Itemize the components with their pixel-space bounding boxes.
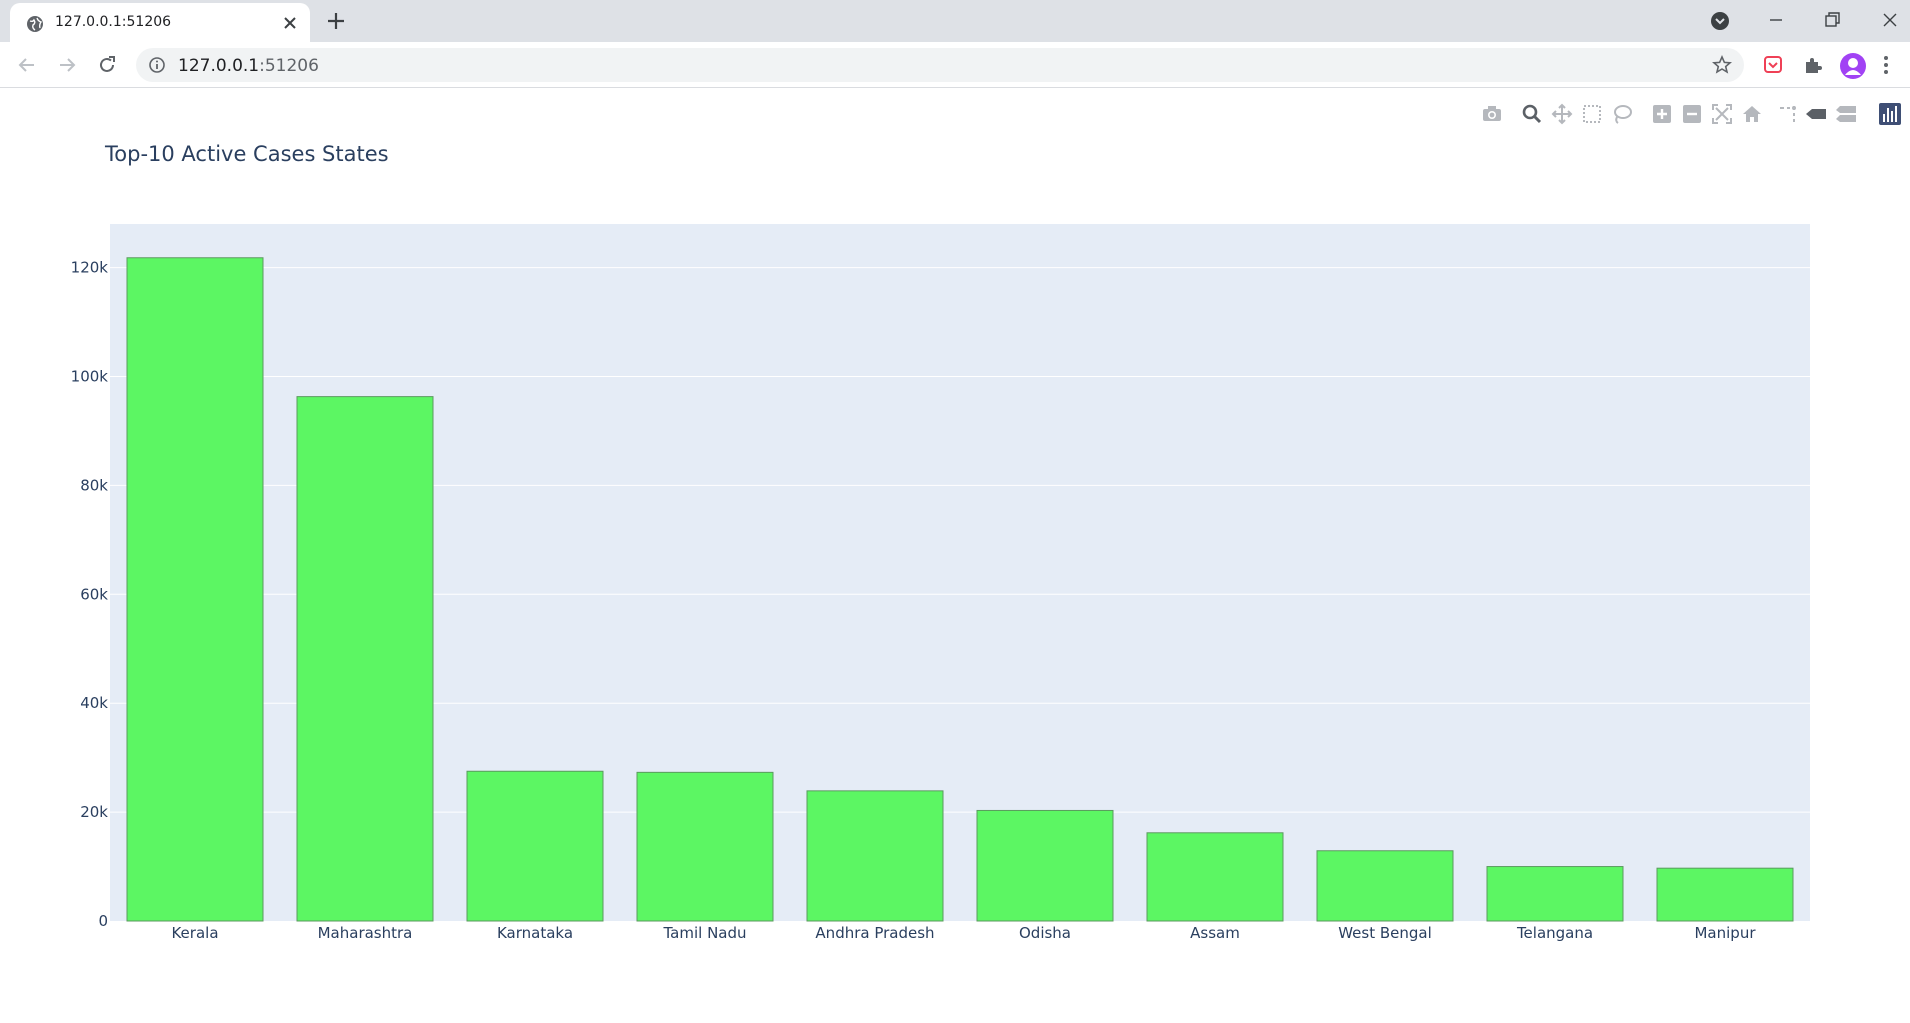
y-tick-label: 20k: [80, 803, 108, 821]
y-tick-label: 60k: [80, 585, 108, 603]
spike-lines-icon[interactable]: [1776, 102, 1800, 126]
bar-west-bengal[interactable]: [1316, 850, 1454, 922]
plotly-logo-icon[interactable]: [1878, 102, 1902, 126]
x-tick-label: Assam: [1190, 924, 1240, 942]
y-tick-label: 40k: [80, 694, 108, 712]
zoom-in-icon[interactable]: [1650, 102, 1674, 126]
x-tick-label: Andhra Pradesh: [815, 924, 934, 942]
x-tick-label: Kerala: [171, 924, 218, 942]
y-tick-label: 0: [98, 912, 108, 930]
box-select-icon[interactable]: [1580, 102, 1604, 126]
bar-karnataka[interactable]: [466, 770, 604, 922]
camera-icon[interactable]: [1480, 102, 1504, 126]
zoom-icon[interactable]: [1520, 102, 1544, 126]
bar-maharashtra[interactable]: [296, 396, 434, 922]
y-tick-label: 120k: [71, 259, 109, 277]
y-tick-label: 80k: [80, 476, 108, 494]
x-tick-label: West Bengal: [1338, 924, 1432, 942]
bar-assam[interactable]: [1146, 832, 1284, 922]
bar-odisha[interactable]: [976, 809, 1114, 922]
bar-tamil-nadu[interactable]: [636, 771, 774, 922]
zoom-out-icon[interactable]: [1680, 102, 1704, 126]
autoscale-icon[interactable]: [1710, 102, 1734, 126]
y-axis-ticks: 0 20k 40k 60k 80k 100k 120k: [71, 259, 109, 930]
bar-manipur[interactable]: [1656, 867, 1794, 922]
x-tick-label: Telangana: [1516, 924, 1593, 942]
x-tick-label: Tamil Nadu: [662, 924, 746, 942]
lasso-icon[interactable]: [1610, 102, 1634, 126]
plot-modebar: [1480, 102, 1910, 128]
bar-kerala[interactable]: [126, 257, 264, 922]
reset-axes-icon[interactable]: [1740, 102, 1764, 126]
bar-andhra-pradesh[interactable]: [806, 790, 944, 922]
x-tick-label: Manipur: [1694, 924, 1756, 942]
bar-telangana[interactable]: [1486, 866, 1624, 922]
y-tick-label: 100k: [71, 367, 109, 385]
x-tick-label: Odisha: [1019, 924, 1071, 942]
x-axis-ticks: Kerala Maharashtra Karnataka Tamil Nadu Andh…: [171, 924, 1756, 942]
chart-title: Top-10 Active Cases States: [105, 142, 389, 166]
x-tick-label: Maharashtra: [318, 924, 413, 942]
pan-icon[interactable]: [1550, 102, 1574, 126]
x-tick-label: Karnataka: [497, 924, 573, 942]
hover-closest-icon[interactable]: [1804, 102, 1828, 126]
hover-compare-icon[interactable]: [1834, 102, 1858, 126]
